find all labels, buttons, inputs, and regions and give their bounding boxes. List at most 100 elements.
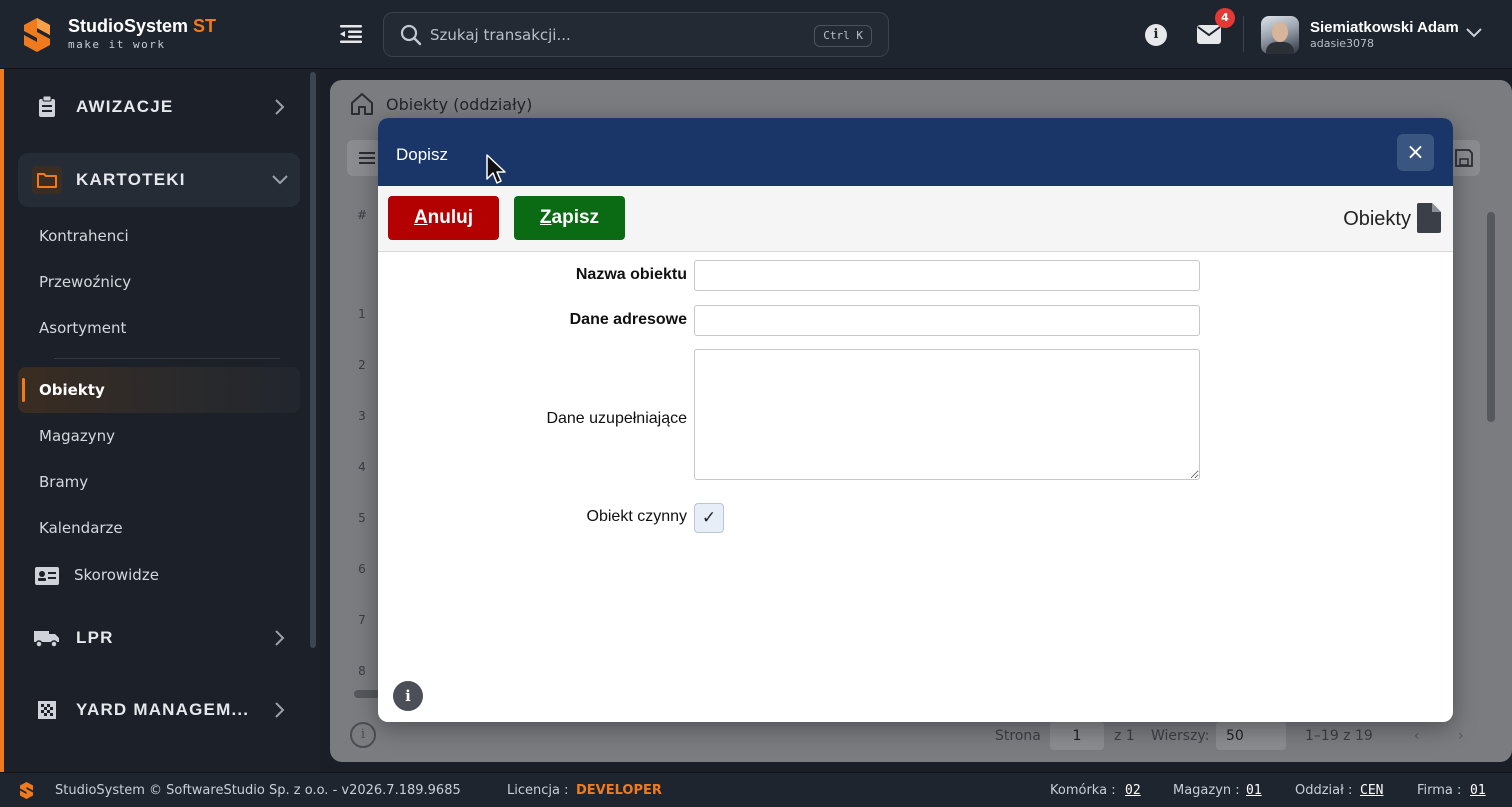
cancel-button[interactable]: Anuluj xyxy=(388,196,499,240)
search-input[interactable] xyxy=(430,23,770,47)
sidebar-section-lpr[interactable]: LPR xyxy=(18,611,300,665)
grid-header-hash: # xyxy=(356,208,368,222)
chevron-right-icon xyxy=(275,99,285,115)
chevron-down-icon xyxy=(272,175,288,185)
name-field-label: Nazwa obiektu xyxy=(575,266,687,283)
grid-vertical-scrollbar[interactable] xyxy=(1484,198,1498,678)
header-divider xyxy=(1243,16,1244,52)
sidebar-divider xyxy=(54,358,280,359)
sidebar-section-label: YARD MANAGEM... xyxy=(76,700,250,719)
brand-tagline: make it work xyxy=(68,38,166,51)
warehouse-value[interactable]: 01 xyxy=(1246,783,1262,798)
license-value: DEVELOPER xyxy=(576,783,662,798)
sidebar: AWIZACJE KARTOTEKI Kontrahenci Przewoźni… xyxy=(0,69,320,772)
branch-value[interactable]: CEN xyxy=(1360,783,1383,798)
grid-menu-button[interactable] xyxy=(347,140,381,176)
truck-icon xyxy=(34,631,59,648)
sidebar-item-asortyment[interactable]: Asortyment xyxy=(39,319,126,337)
company-label: Firma : xyxy=(1417,783,1462,798)
pager-page-input[interactable]: 1 xyxy=(1050,722,1104,750)
pager-next-icon[interactable]: › xyxy=(1458,722,1464,750)
table-row[interactable]: 6 xyxy=(352,562,372,576)
home-icon[interactable] xyxy=(350,92,374,116)
sidebar-section-kartoteki[interactable]: KARTOTEKI xyxy=(18,153,300,207)
search-icon xyxy=(400,24,422,46)
company-value[interactable]: 01 xyxy=(1470,783,1486,798)
cell-label: Komórka : xyxy=(1050,783,1116,798)
sidebar-section-label: KARTOTEKI xyxy=(76,170,186,189)
address-field-label: Dane adresowe xyxy=(569,311,687,328)
sidebar-section-label: LPR xyxy=(76,628,114,647)
pager-of-label: z 1 xyxy=(1114,728,1135,744)
studiosystem-logo[interactable] xyxy=(24,18,50,52)
search-shortcut-hint: Ctrl K xyxy=(814,25,872,47)
warehouse-label: Magazyn : xyxy=(1173,783,1240,798)
dialog-toolbar: Anuluj Zapisz Obiekty xyxy=(378,186,1453,252)
copyright-text: StudioSystem © SoftwareStudio Sp. z o.o.… xyxy=(55,783,461,798)
pager-rows-select[interactable]: 50 xyxy=(1216,722,1286,750)
table-row[interactable]: 8 xyxy=(352,664,372,678)
table-row[interactable]: 1 xyxy=(352,307,372,321)
notifications-badge: 4 xyxy=(1215,8,1235,28)
pager-prev-icon[interactable]: ‹ xyxy=(1414,722,1420,750)
info-icon[interactable]: i xyxy=(1145,24,1167,46)
mail-icon[interactable] xyxy=(1197,25,1221,44)
address-field[interactable] xyxy=(694,305,1200,336)
chevron-down-icon[interactable] xyxy=(1466,28,1482,38)
active-checkbox[interactable]: ✓ xyxy=(694,503,724,533)
top-bar: StudioSystem ST make it work Ctrl K i 4 … xyxy=(0,0,1512,69)
table-row[interactable]: 3 xyxy=(352,409,372,423)
sidebar-section-label: AWIZACJE xyxy=(76,97,174,116)
dialog-header: Dopisz × xyxy=(378,118,1453,186)
active-checkbox-label: Obiekt czynny xyxy=(586,508,687,525)
table-row[interactable]: 4 xyxy=(352,460,372,474)
save-icon xyxy=(1455,149,1473,167)
id-card-icon xyxy=(35,567,59,585)
chevron-right-icon xyxy=(275,630,285,646)
sidebar-item-magazyny[interactable]: Magazyny xyxy=(39,427,115,445)
branch-label: Oddział : xyxy=(1295,783,1353,798)
studiosystem-small-logo xyxy=(20,782,33,799)
sidebar-item-bramy[interactable]: Bramy xyxy=(39,473,88,491)
pager-page-label: Strona xyxy=(995,728,1041,744)
status-bar: StudioSystem © SoftwareStudio Sp. z o.o.… xyxy=(0,772,1512,807)
extra-data-textarea[interactable] xyxy=(694,349,1200,480)
sidebar-scrollbar[interactable] xyxy=(310,72,316,648)
folder-icon xyxy=(32,166,62,194)
grid-icon xyxy=(38,701,56,719)
sidebar-section-awizacje[interactable]: AWIZACJE xyxy=(18,80,300,134)
sidebar-item-skorowidze[interactable]: Skorowidze xyxy=(74,566,159,584)
sidebar-item-przewoznicy[interactable]: Przewoźnicy xyxy=(39,273,131,291)
pager-rows-label: Wierszy: xyxy=(1151,728,1210,744)
hamburger-icon xyxy=(359,152,375,164)
avatar[interactable] xyxy=(1261,16,1299,54)
document-icon xyxy=(1417,203,1441,233)
sidebar-item-kontrahenci[interactable]: Kontrahenci xyxy=(39,227,129,245)
pager-range: 1–19 z 19 xyxy=(1305,728,1373,744)
table-row[interactable]: 7 xyxy=(352,613,372,627)
sidebar-section-yard-management[interactable]: YARD MANAGEM... xyxy=(18,683,300,737)
sidebar-item-kalendarze[interactable]: Kalendarze xyxy=(39,519,123,537)
table-row[interactable]: 2 xyxy=(352,358,372,372)
user-login: adasie3078 xyxy=(1310,37,1375,50)
add-object-dialog: Dopisz × Anuluj Zapisz Obiekty Nazwa obi… xyxy=(378,118,1453,722)
sidebar-item-obiekty[interactable]: Obiekty xyxy=(18,367,300,413)
info-icon[interactable]: i xyxy=(393,681,423,711)
brand-name: StudioSystem ST xyxy=(68,16,217,36)
search-box[interactable]: Ctrl K xyxy=(383,12,889,57)
breadcrumb: Obiekty (oddziały) xyxy=(386,95,533,114)
license-label: Licencja : xyxy=(507,783,569,798)
mouse-cursor-icon xyxy=(486,154,506,184)
chevron-right-icon xyxy=(275,702,285,718)
extra-data-label: Dane uzupełniające xyxy=(546,410,687,427)
dialog-context-title: Obiekty xyxy=(1343,208,1411,230)
save-button[interactable]: Zapisz xyxy=(514,196,625,240)
table-row[interactable]: 5 xyxy=(352,511,372,525)
dialog-title: Dopisz xyxy=(396,145,448,164)
user-name[interactable]: Siemiatkowski Adam xyxy=(1310,19,1459,36)
name-field[interactable] xyxy=(694,260,1200,291)
clipboard-icon xyxy=(39,96,55,117)
collapse-menu-icon[interactable] xyxy=(340,24,362,44)
cell-value[interactable]: 02 xyxy=(1125,783,1141,798)
close-button[interactable]: × xyxy=(1397,134,1434,171)
